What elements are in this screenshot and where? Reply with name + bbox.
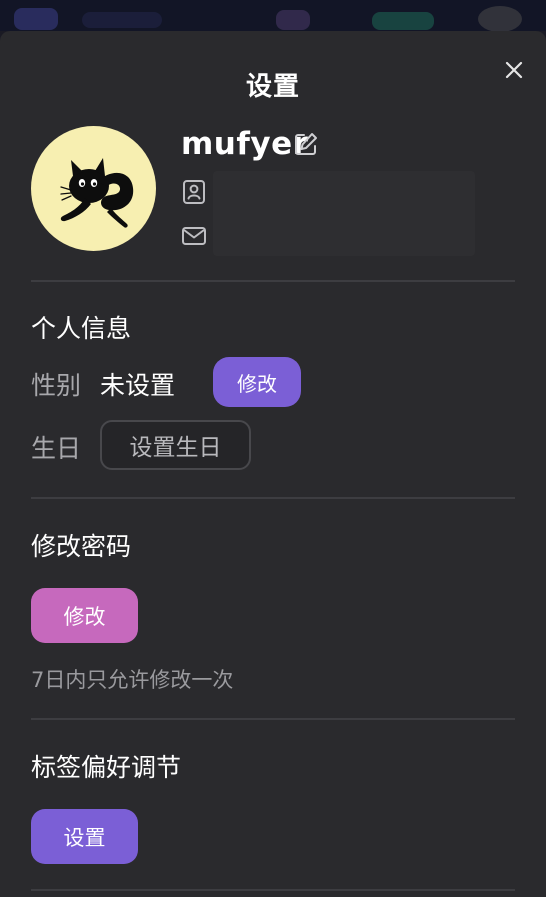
- pencil-edit-icon: [295, 133, 317, 155]
- divider: [31, 718, 515, 720]
- username: mufyer: [181, 126, 309, 162]
- modal-title: 设置: [245, 72, 300, 102]
- background-blur: [478, 6, 522, 31]
- background-header: [0, 0, 546, 31]
- redacted-contact-info: [213, 171, 475, 256]
- mail-icon: [181, 223, 207, 249]
- divider: [31, 497, 515, 499]
- background-blur: [276, 10, 310, 30]
- close-button[interactable]: [500, 56, 528, 84]
- background-blur: [82, 12, 162, 28]
- edit-gender-button[interactable]: 修改: [213, 357, 301, 407]
- gender-label: 性别: [31, 371, 82, 400]
- background-blur: [14, 8, 58, 30]
- gender-value: 未设置: [100, 371, 176, 400]
- black-cat-icon: [60, 158, 134, 228]
- password-note: 7日内只允许修改一次: [31, 668, 234, 692]
- set-birthday-button[interactable]: 设置生日: [100, 420, 251, 470]
- change-password-title: 修改密码: [31, 532, 132, 561]
- settings-modal: 设置 mufyer 个人信息 性别 未设置 修改 生日 设置生日 修改密码 修改…: [0, 31, 546, 897]
- background-blur: [372, 12, 434, 30]
- tag-preference-title: 标签偏好调节: [31, 753, 182, 782]
- contact-card-icon: [181, 179, 207, 205]
- change-password-button[interactable]: 修改: [31, 588, 138, 643]
- edit-username-button[interactable]: [293, 131, 319, 157]
- personal-info-title: 个人信息: [31, 314, 132, 343]
- close-icon: [505, 61, 523, 79]
- divider: [31, 280, 515, 282]
- divider: [31, 889, 515, 891]
- avatar[interactable]: [31, 126, 156, 251]
- birthday-label: 生日: [31, 434, 82, 463]
- tag-preference-button[interactable]: 设置: [31, 809, 138, 864]
